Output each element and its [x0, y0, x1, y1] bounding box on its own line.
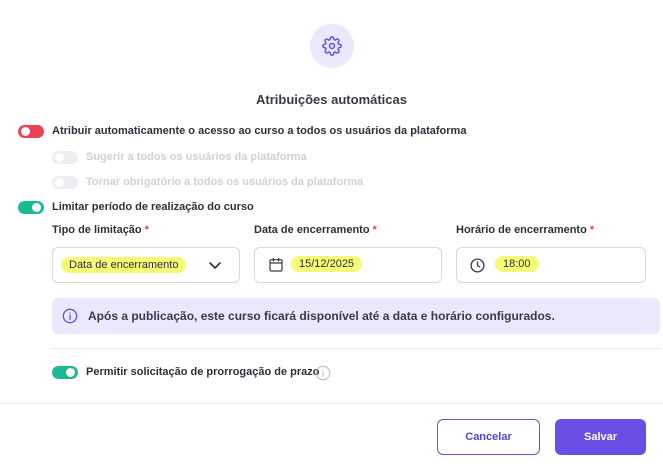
end-time-value: 18:00: [495, 256, 539, 272]
end-date-label: Data de encerramento *: [254, 224, 377, 236]
toggle-knob: [66, 368, 75, 377]
settings-icon-badge: [310, 24, 354, 68]
end-time-label: Horário de encerramento *: [456, 224, 594, 236]
calendar-icon: [269, 257, 283, 272]
required-mark: *: [589, 224, 595, 236]
suggest-all-label: Sugerir a todos os usuários da plataform…: [86, 151, 307, 163]
section-divider: [52, 348, 660, 349]
toggle-knob: [55, 178, 64, 187]
section-title: Atribuições automáticas: [256, 92, 407, 107]
auto-assign-label: Atribuir automaticamente o acesso ao cur…: [52, 125, 467, 137]
save-button[interactable]: Salvar: [555, 419, 646, 455]
end-date-label-text: Data de encerramento: [254, 224, 370, 236]
clock-icon: [470, 258, 485, 273]
footer-divider: [0, 403, 663, 404]
toggle-knob: [21, 127, 30, 136]
extension-toggle[interactable]: [52, 366, 78, 379]
end-time-input[interactable]: 18:00: [456, 247, 646, 283]
limit-type-select[interactable]: Data de encerramento: [52, 247, 240, 283]
limit-period-label: Limitar período de realização do curso: [52, 201, 254, 213]
end-time-label-text: Horário de encerramento: [456, 224, 587, 236]
toggle-knob: [55, 153, 64, 162]
suggest-all-toggle: [52, 151, 78, 164]
required-mark: *: [372, 224, 377, 236]
limit-type-label: Tipo de limitação *: [52, 224, 149, 236]
required-mark: *: [144, 224, 149, 236]
end-date-input[interactable]: 15/12/2025: [254, 247, 442, 283]
limit-type-value: Data de encerramento: [61, 257, 187, 273]
gear-icon: [322, 36, 342, 56]
chevron-down-icon: [209, 262, 221, 269]
mandatory-all-toggle: [52, 176, 78, 189]
info-icon: [62, 308, 78, 324]
limit-period-toggle[interactable]: [18, 201, 44, 214]
cancel-button[interactable]: Cancelar: [437, 419, 540, 455]
toggle-knob: [32, 203, 41, 212]
auto-assign-toggle[interactable]: [18, 125, 44, 138]
end-date-value: 15/12/2025: [291, 256, 363, 272]
mandatory-all-label: Tornar obrigatório a todos os usuários d…: [86, 176, 364, 188]
info-tooltip-icon[interactable]: [315, 365, 331, 381]
info-text: Após a publicação, este curso ficará dis…: [88, 309, 555, 323]
info-banner: Após a publicação, este curso ficará dis…: [52, 298, 660, 334]
limit-type-label-text: Tipo de limitação: [52, 224, 142, 236]
extension-label: Permitir solicitação de prorrogação de p…: [86, 366, 320, 378]
